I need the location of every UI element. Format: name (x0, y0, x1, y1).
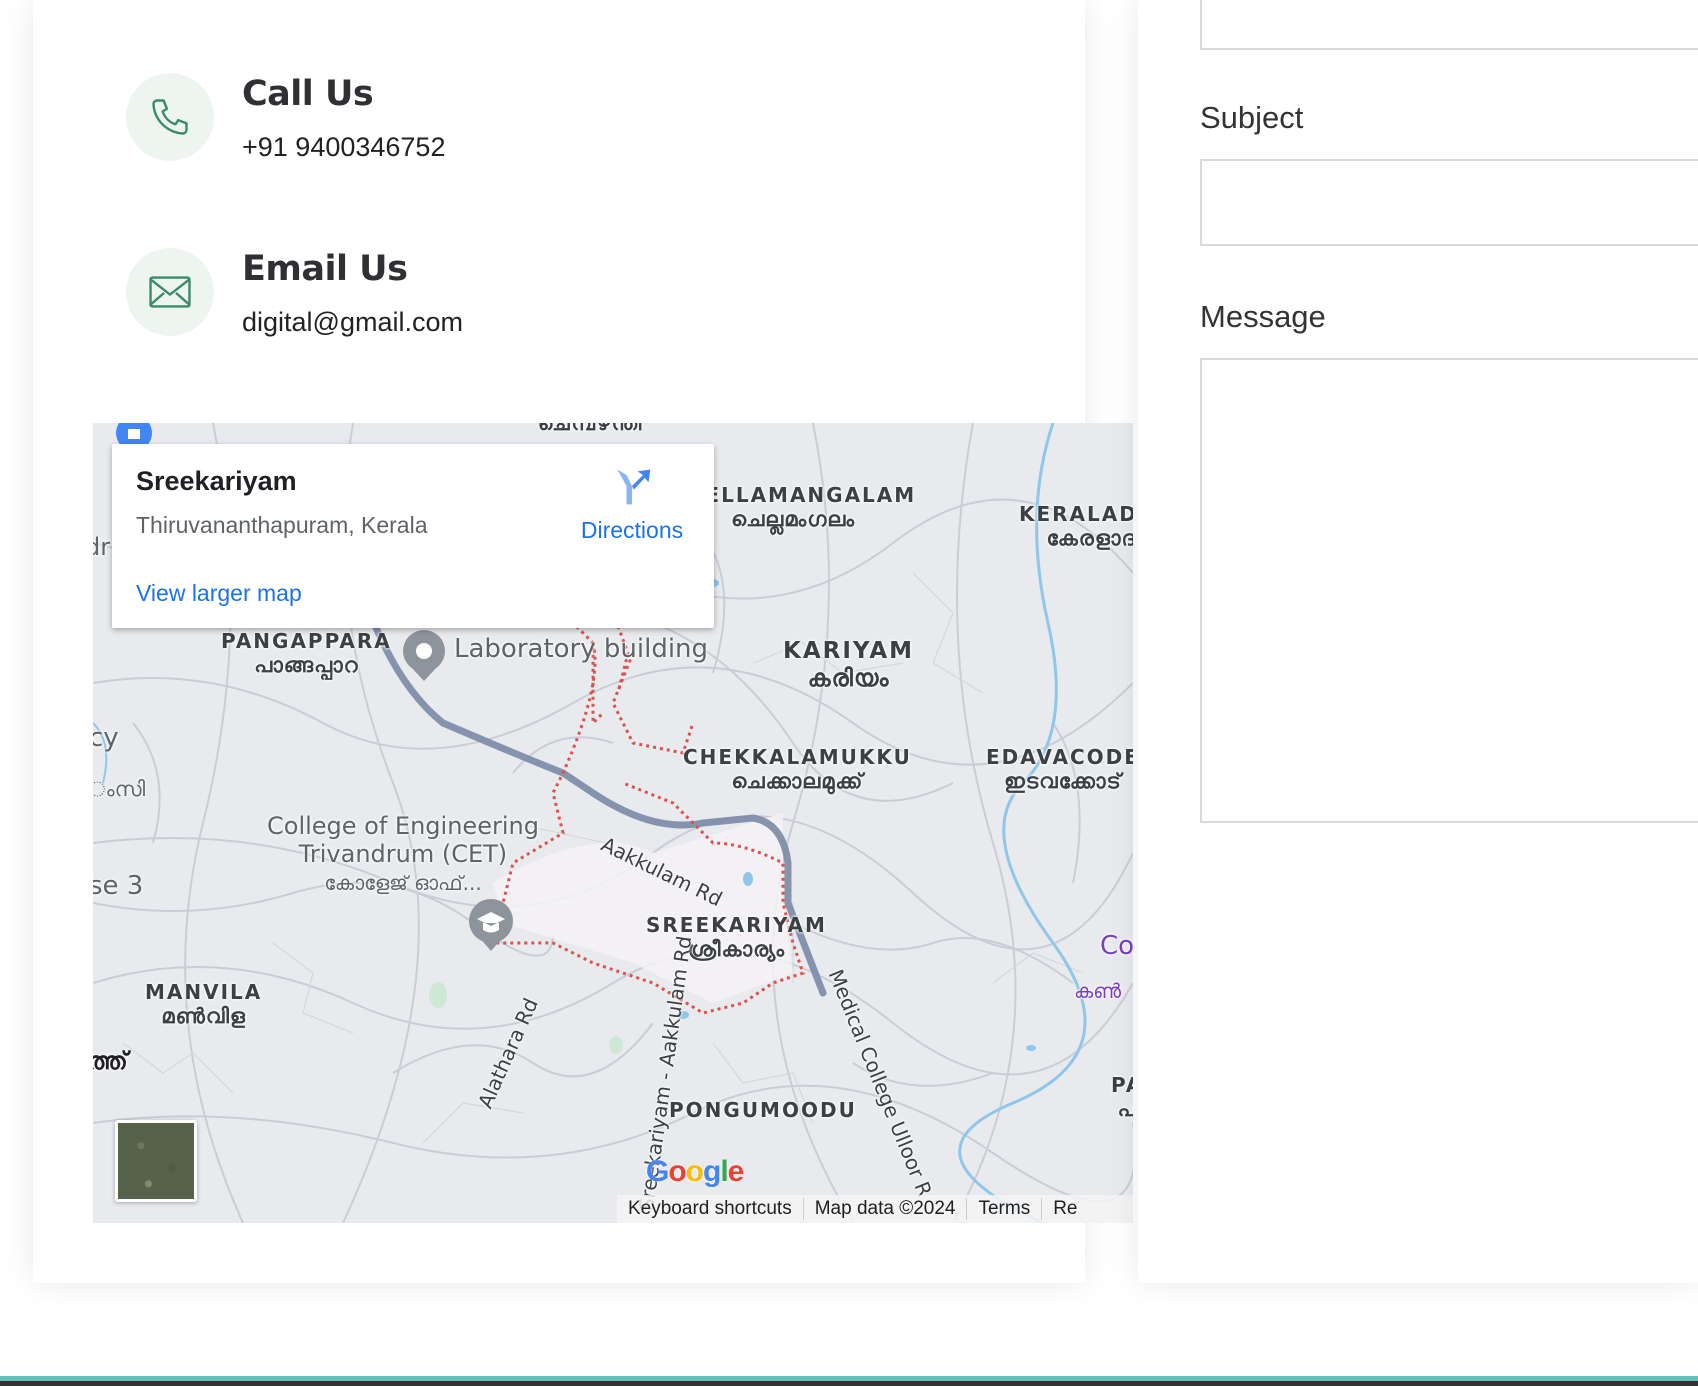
email-address[interactable]: digital@gmail.com (242, 307, 463, 338)
poi-cet-ml: കോളേജ് ഓഫ്... (324, 871, 482, 895)
map-label-chekkalamukku: CHEKKALAMUKKU ചെക്കാലമുക്ക് (683, 745, 912, 793)
google-logo: Google (646, 1155, 744, 1188)
footer-dark-strip (0, 1381, 1698, 1386)
poi-cet-line-2: Trivandrum (CET) (298, 840, 508, 868)
phone-number[interactable]: +91 9400346752 (242, 132, 445, 163)
popup-place-title: Sreekariyam (136, 466, 297, 496)
map-attribution-bar: Keyboard shortcuts Map data ©2024 Terms … (617, 1195, 1133, 1223)
contact-form-card: Subject Message (1138, 0, 1698, 1283)
map-edge-label-pa: PAപ (1111, 1073, 1133, 1121)
map-pin-icon (403, 630, 445, 681)
directions-button[interactable]: Directions (572, 464, 692, 544)
map-label-top: ചെമ്പഴന്തി (538, 423, 644, 435)
map-label-kariyam: KARIYAM കരിയം (783, 638, 915, 692)
keyboard-shortcuts-link[interactable]: Keyboard shortcuts (617, 1198, 804, 1220)
map-info-popup: Sreekariyam Thiruvananthapuram, Kerala V… (112, 444, 714, 628)
google-map[interactable]: CHELLAMANGALAMചെല്ലമംഗലം KERALADITകേരളാദ… (93, 423, 1133, 1223)
map-edge-label-dr: dr (93, 533, 111, 561)
satellite-toggle-button[interactable] (115, 1120, 197, 1202)
subject-label: Subject (1200, 100, 1304, 135)
map-label-edavacode: EDAVACODE ഇടവക്കോട് (986, 745, 1133, 793)
map-label-manvila: MANVILA മൺവിള (145, 980, 263, 1028)
envelope-icon (126, 248, 214, 336)
map-edge-label-ka: കൺ (1074, 979, 1122, 1003)
email-us-title: Email Us (242, 249, 408, 289)
map-label-pongumoodu: PONGUMOODU (669, 1098, 857, 1122)
terms-link[interactable]: Terms (967, 1198, 1043, 1220)
poi-cet[interactable]: College of Engineering Trivandrum (CET) … (267, 812, 539, 897)
poi-laboratory-building[interactable]: Laboratory building (454, 634, 708, 664)
map-edge-label-se3: se 3 (93, 871, 144, 901)
call-us-title: Call Us (242, 74, 374, 114)
call-us-item: Call Us +91 9400346752 (126, 73, 445, 163)
phone-icon (126, 73, 214, 161)
previous-field-input[interactable] (1200, 0, 1698, 50)
map-label-keraladit: KERALADITകേരളാദ (1019, 502, 1133, 550)
directions-label: Directions (580, 517, 684, 543)
report-link[interactable]: Re (1042, 1198, 1088, 1220)
message-textarea[interactable] (1200, 358, 1698, 823)
map-edge-label-cy: cy (93, 723, 119, 753)
message-label: Message (1200, 299, 1326, 334)
map-label-pangappara: PANGAPPARA പാങ്ങപ്പാറ (221, 629, 392, 677)
map-edge-label-si: ംസി (93, 777, 146, 801)
email-us-item: Email Us digital@gmail.com (126, 248, 463, 338)
view-larger-map-link[interactable]: View larger map (136, 580, 302, 607)
subject-input[interactable] (1200, 159, 1698, 246)
map-edge-label-co: Co (1100, 931, 1133, 961)
popup-place-address: Thiruvananthapuram, Kerala (136, 512, 428, 538)
map-data-text: Map data ©2024 (804, 1198, 968, 1220)
directions-icon (617, 469, 651, 505)
map-edge-label-thth: ത്ത് (93, 1047, 130, 1075)
graduation-cap-icon (469, 899, 513, 951)
poi-cet-line-1: College of Engineering (267, 812, 539, 840)
